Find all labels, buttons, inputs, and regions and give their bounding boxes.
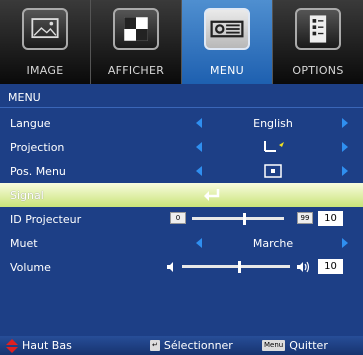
projector-menu-icon <box>204 8 250 50</box>
left-arrow-icon[interactable] <box>196 118 202 128</box>
menu-section-title: MENU <box>0 88 363 108</box>
volume-value-box: 10 <box>318 259 343 274</box>
volume-slider-knob[interactable] <box>238 261 241 273</box>
right-arrow-icon[interactable] <box>342 238 348 248</box>
menu-row-volume[interactable]: Volume 10 <box>0 255 363 279</box>
footer-navigate: Haut Bas <box>6 336 72 355</box>
left-arrow-icon[interactable] <box>196 142 202 152</box>
menu-row-pos-menu[interactable]: Pos. Menu <box>0 159 363 183</box>
menu-row-muet[interactable]: Muet Marche <box>0 231 363 255</box>
menu-position-icon <box>264 164 282 178</box>
right-arrow-icon[interactable] <box>342 118 348 128</box>
tab-menu-label: MENU <box>210 64 244 77</box>
footer-exit: Menu Quitter <box>262 336 328 355</box>
right-arrow-icon[interactable] <box>342 142 348 152</box>
pos-menu-label: Pos. Menu <box>10 165 66 178</box>
projection-mode-icon <box>264 141 284 152</box>
tab-options[interactable]: OPTIONS <box>273 0 363 84</box>
muet-value: Marche <box>252 237 294 250</box>
volume-label: Volume <box>10 261 51 274</box>
volume-high-icon <box>297 261 310 273</box>
menu-key-icon: Menu <box>262 340 286 351</box>
footer-selectionner: Sélectionner <box>163 339 233 352</box>
left-arrow-icon[interactable] <box>196 166 202 176</box>
id-projecteur-label: ID Projecteur <box>10 213 82 226</box>
menu-row-signal[interactable]: Signal <box>0 183 363 207</box>
tab-image-label: IMAGE <box>26 64 64 77</box>
tab-options-label: OPTIONS <box>292 64 344 77</box>
langue-value: English <box>253 117 293 130</box>
enter-key-icon: ↵ <box>150 340 160 351</box>
menu-row-projection[interactable]: Projection <box>0 135 363 159</box>
id-min-box: 0 <box>170 212 186 224</box>
tab-menu[interactable]: MENU <box>182 0 273 84</box>
id-slider-track[interactable] <box>192 217 284 220</box>
image-icon <box>22 8 68 50</box>
id-slider-knob[interactable] <box>243 213 246 225</box>
left-arrow-icon[interactable] <box>196 238 202 248</box>
display-icon <box>113 8 159 50</box>
langue-label: Langue <box>10 117 51 130</box>
options-icon <box>295 8 341 50</box>
menu-row-id-projecteur[interactable]: ID Projecteur 0 99 10 <box>0 207 363 231</box>
signal-label: Signal <box>10 189 44 202</box>
id-max-box: 99 <box>297 212 313 224</box>
footer-bar: Haut Bas ↵ Sélectionner Menu Quitter <box>0 336 363 355</box>
top-tab-bar: IMAGE AFFICHER MENU OPTIONS <box>0 0 363 84</box>
muet-label: Muet <box>10 237 38 250</box>
tab-afficher-label: AFFICHER <box>107 64 165 77</box>
up-down-arrow-icon <box>6 338 18 353</box>
id-value-box: 10 <box>318 211 343 226</box>
footer-select: ↵ Sélectionner <box>150 336 233 355</box>
tab-image[interactable]: IMAGE <box>0 0 91 84</box>
volume-low-icon <box>167 262 173 272</box>
projection-label: Projection <box>10 141 65 154</box>
menu-row-langue[interactable]: Langue English <box>0 111 363 135</box>
footer-quitter: Quitter <box>289 339 328 352</box>
enter-icon <box>204 189 220 201</box>
tab-afficher[interactable]: AFFICHER <box>91 0 182 84</box>
volume-slider-track[interactable] <box>182 265 290 268</box>
footer-haut-bas: Haut Bas <box>22 339 72 352</box>
right-arrow-icon[interactable] <box>342 166 348 176</box>
